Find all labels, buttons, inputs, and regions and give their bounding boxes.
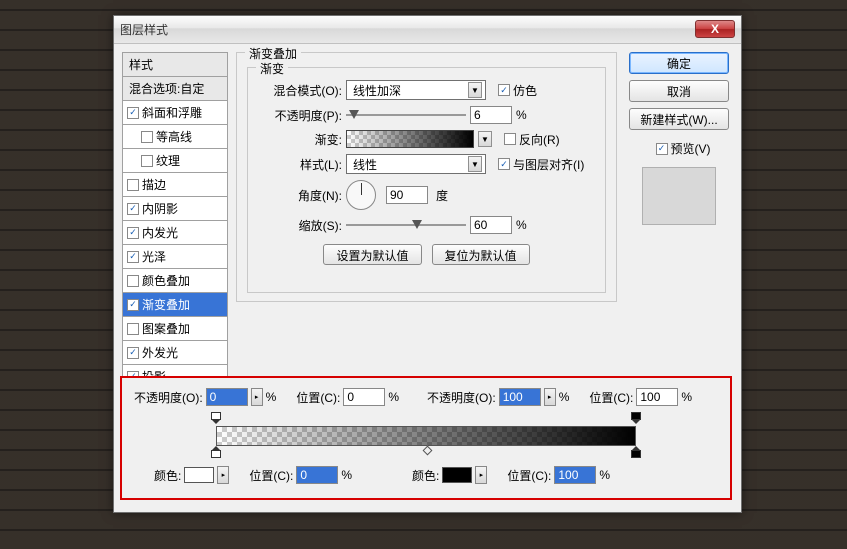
style-item-6[interactable]: ✓光泽: [122, 245, 228, 269]
chevron-down-icon: ▼: [468, 156, 482, 172]
checkbox-icon[interactable]: [127, 323, 139, 335]
styles-header[interactable]: 样式: [122, 52, 228, 77]
style-item-label: 等高线: [156, 128, 192, 145]
blend-mode-label: 混合模式(O):: [258, 82, 342, 99]
blend-mode-select[interactable]: 线性加深 ▼: [346, 80, 486, 100]
style-item-label: 斜面和浮雕: [142, 104, 202, 121]
posB-input[interactable]: 100: [636, 388, 678, 406]
ok-button[interactable]: 确定: [629, 52, 729, 74]
checkbox-icon[interactable]: ✓: [127, 251, 139, 263]
preview-checkbox[interactable]: ✓预览(V): [656, 140, 711, 157]
preview-swatch: [642, 167, 716, 225]
posB-label: 位置(C):: [589, 389, 633, 406]
gradient-label: 渐变:: [258, 131, 342, 148]
style-item-label: 外发光: [142, 344, 178, 361]
spinner-icon[interactable]: ▸: [251, 388, 263, 406]
checkbox-icon[interactable]: [141, 131, 153, 143]
angle-wheel[interactable]: [346, 180, 376, 210]
style-item-label: 渐变叠加: [142, 296, 190, 313]
style-item-10[interactable]: ✓外发光: [122, 341, 228, 365]
reset-default-button[interactable]: 复位为默认值: [432, 244, 530, 265]
style-item-1[interactable]: 等高线: [122, 125, 228, 149]
colorB-label: 颜色:: [412, 467, 439, 484]
style-item-2[interactable]: 纹理: [122, 149, 228, 173]
posColA-label: 位置(C):: [249, 467, 293, 484]
legend-inner: 渐变: [256, 60, 288, 77]
style-item-5[interactable]: ✓内发光: [122, 221, 228, 245]
gradient-fieldset: 渐变 混合模式(O): 线性加深 ▼ ✓仿色 不透明度(P): %: [247, 67, 606, 293]
checkbox-icon[interactable]: [127, 275, 139, 287]
make-default-button[interactable]: 设置为默认值: [323, 244, 421, 265]
checkbox-icon[interactable]: ✓: [127, 347, 139, 359]
style-item-label: 图案叠加: [142, 320, 190, 337]
checkbox-icon[interactable]: ✓: [127, 107, 139, 119]
style-item-label: 光泽: [142, 248, 166, 265]
new-style-button[interactable]: 新建样式(W)...: [629, 108, 729, 130]
opacity-stop-left[interactable]: [211, 412, 221, 424]
posColB-input[interactable]: 100: [554, 466, 596, 484]
gradient-editor-annotation: 不透明度(O): 0 ▸ % 位置(C): 0 % 不透明度(O): 100 ▸…: [120, 376, 732, 500]
dither-checkbox[interactable]: ✓仿色: [498, 82, 537, 99]
chevron-down-icon: ▼: [468, 82, 482, 98]
colorA-swatch[interactable]: [184, 467, 214, 483]
gradient-dropdown-icon[interactable]: ▼: [478, 131, 492, 147]
angle-input[interactable]: [386, 186, 428, 204]
style-item-9[interactable]: 图案叠加: [122, 317, 228, 341]
checkbox-icon[interactable]: ✓: [127, 227, 139, 239]
opacityA-label: 不透明度(O):: [134, 389, 203, 406]
style-item-label: 内发光: [142, 224, 178, 241]
colorB-swatch[interactable]: [442, 467, 472, 483]
opacityB-input[interactable]: 100: [499, 388, 541, 406]
style-item-label: 颜色叠加: [142, 272, 190, 289]
close-icon: X: [711, 22, 719, 36]
checkbox-icon[interactable]: [127, 179, 139, 191]
titlebar[interactable]: 图层样式 X: [114, 16, 741, 44]
spinner-icon[interactable]: ▸: [217, 466, 229, 484]
opacity-stop-right[interactable]: [631, 412, 641, 424]
checkbox-icon[interactable]: ✓: [127, 203, 139, 215]
blend-options[interactable]: 混合选项:自定: [122, 77, 228, 101]
style-item-label: 描边: [142, 176, 166, 193]
opacityB-label: 不透明度(O):: [427, 389, 496, 406]
opacityA-input[interactable]: 0: [206, 388, 248, 406]
opacity-label: 不透明度(P):: [258, 107, 342, 124]
opacity-input[interactable]: [470, 106, 512, 124]
cancel-button[interactable]: 取消: [629, 80, 729, 102]
scale-slider[interactable]: [346, 218, 466, 232]
style-item-4[interactable]: ✓内阴影: [122, 197, 228, 221]
gradient-preview[interactable]: [346, 130, 474, 148]
layer-style-dialog: 图层样式 X 样式 混合选项:自定 ✓斜面和浮雕等高线纹理描边✓内阴影✓内发光✓…: [113, 15, 742, 513]
angle-label: 角度(N):: [258, 187, 342, 204]
checkbox-icon[interactable]: ✓: [127, 299, 139, 311]
posA-input[interactable]: 0: [343, 388, 385, 406]
scale-input[interactable]: [470, 216, 512, 234]
style-select[interactable]: 线性 ▼: [346, 154, 486, 174]
opacity-slider[interactable]: [346, 108, 466, 122]
posA-label: 位置(C):: [296, 389, 340, 406]
posColA-input[interactable]: 0: [296, 466, 338, 484]
style-item-0[interactable]: ✓斜面和浮雕: [122, 101, 228, 125]
scale-label: 缩放(S):: [258, 217, 342, 234]
colorA-label: 颜色:: [154, 467, 181, 484]
posColB-label: 位置(C):: [507, 467, 551, 484]
close-button[interactable]: X: [695, 20, 735, 38]
style-item-label: 内阴影: [142, 200, 178, 217]
align-checkbox[interactable]: ✓与图层对齐(I): [498, 156, 584, 173]
midpoint-icon[interactable]: [423, 446, 433, 456]
spinner-icon[interactable]: ▸: [544, 388, 556, 406]
color-stop-right[interactable]: [631, 446, 641, 458]
spinner-icon[interactable]: ▸: [475, 466, 487, 484]
gradient-overlay-fieldset: 渐变叠加 渐变 混合模式(O): 线性加深 ▼ ✓仿色 不透明度(P):: [236, 52, 617, 302]
style-item-8[interactable]: ✓渐变叠加: [122, 293, 228, 317]
style-item-label: 纹理: [156, 152, 180, 169]
style-label: 样式(L):: [258, 156, 342, 173]
reverse-checkbox[interactable]: 反向(R): [504, 131, 560, 148]
window-title: 图层样式: [120, 21, 168, 38]
style-item-7[interactable]: 颜色叠加: [122, 269, 228, 293]
style-item-3[interactable]: 描边: [122, 173, 228, 197]
gradient-bar[interactable]: [216, 412, 636, 460]
color-stop-left[interactable]: [211, 446, 221, 458]
checkbox-icon[interactable]: [141, 155, 153, 167]
